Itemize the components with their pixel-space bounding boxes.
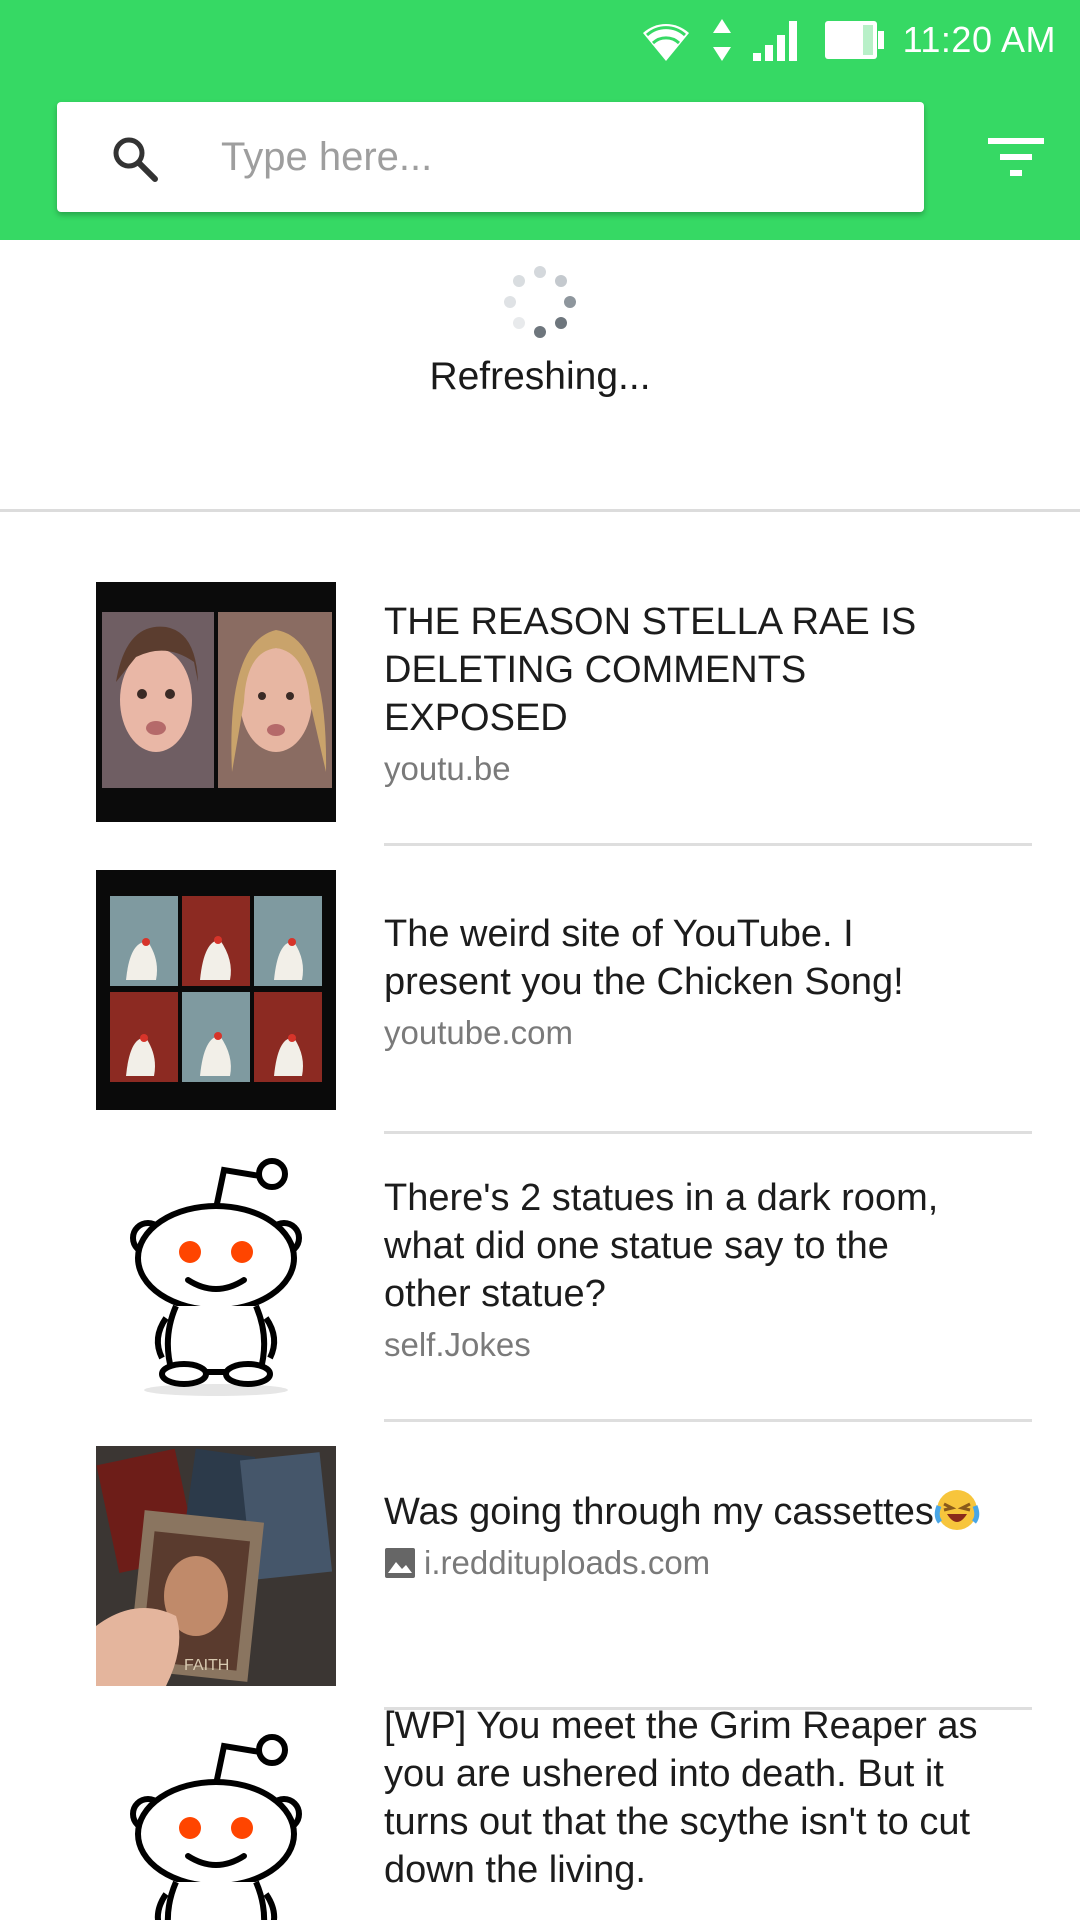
search-bar[interactable]: [57, 102, 924, 212]
wifi-icon: [642, 24, 689, 61]
app-bar: 11:20 AM: [0, 0, 1080, 240]
two-faces-photo: [96, 582, 336, 822]
loading-spinner-icon: [504, 266, 576, 338]
list-item[interactable]: FAITH Was going through my cassettes i.r…: [0, 1376, 1080, 1710]
post-domain[interactable]: youtu.be: [384, 746, 511, 792]
reddit-snoo-icon: [130, 1158, 302, 1396]
reddit-snoo-icon: [130, 1734, 302, 1920]
chickens-grid-photo: [96, 870, 336, 1110]
status-bar: 11:20 AM: [0, 0, 1080, 80]
data-arrows-icon: [712, 19, 731, 61]
post-thumbnail[interactable]: [96, 1158, 336, 1398]
post-title[interactable]: There's 2 statues in a dark room, what d…: [384, 1174, 984, 1318]
post-thumbnail[interactable]: FAITH: [96, 1446, 336, 1686]
post-domain[interactable]: self.Jokes: [384, 1322, 531, 1368]
list-item[interactable]: THE REASON STELLA RAE IS DELETING COMMEN…: [0, 512, 1080, 846]
image-icon: [385, 1548, 415, 1578]
laughing-crying-emoji: [934, 1490, 980, 1530]
post-thumbnail[interactable]: [96, 1734, 336, 1920]
search-icon[interactable]: [109, 133, 161, 185]
battery-icon: [824, 21, 884, 59]
status-time: 11:20 AM: [902, 19, 1056, 60]
post-domain[interactable]: i.reddituploads.com: [424, 1540, 710, 1586]
post-title[interactable]: The weird site of YouTube. I present you…: [384, 910, 984, 1006]
post-title[interactable]: [WP] You meet the Grim Reaper as you are…: [384, 1702, 984, 1894]
search-input[interactable]: [221, 122, 881, 192]
refresh-label: Refreshing...: [429, 355, 651, 398]
list-item[interactable]: [WP] You meet the Grim Reaper as you are…: [0, 1664, 1080, 1920]
list-item[interactable]: There's 2 statues in a dark room, what d…: [0, 1088, 1080, 1422]
post-title[interactable]: Was going through my cassettes: [384, 1491, 934, 1533]
post-thumbnail[interactable]: [96, 582, 336, 822]
filter-icon[interactable]: [986, 132, 1046, 180]
cassettes-photo: FAITH: [96, 1446, 336, 1686]
post-domain[interactable]: youtube.com: [384, 1010, 573, 1056]
post-title[interactable]: THE REASON STELLA RAE IS DELETING COMMEN…: [384, 598, 984, 742]
cell-signal-icon: [752, 21, 797, 61]
list-item[interactable]: The weird site of YouTube. I present you…: [0, 800, 1080, 1134]
post-thumbnail[interactable]: [96, 870, 336, 1110]
